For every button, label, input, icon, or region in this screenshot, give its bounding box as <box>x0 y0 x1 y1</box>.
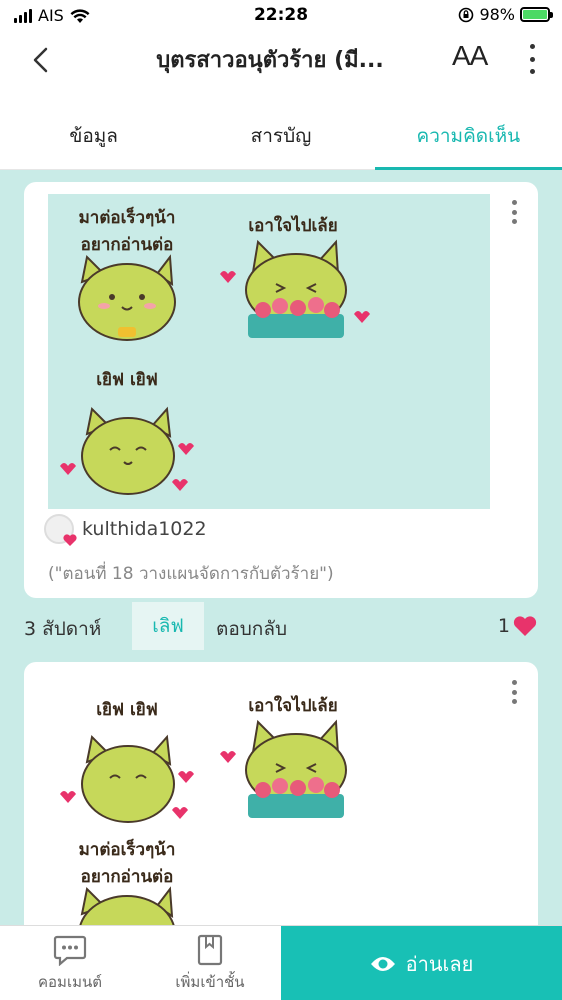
tab-contents[interactable]: สารบัญ <box>187 88 374 169</box>
comment-bubble-icon <box>53 935 87 966</box>
page-title: บุตรสาวอนุตัวร้าย (มี... <box>156 48 384 73</box>
sticker-caption: มาต่อเร็วๆน้า อยากอ่านต่อ <box>78 840 176 887</box>
heart-icon <box>513 616 537 636</box>
font-size-label: AA <box>452 40 488 71</box>
status-right: 98% <box>458 5 553 24</box>
sticker-caption: เอาใจไปเล้ย <box>248 696 338 716</box>
author-name[interactable]: kulthida1022 <box>82 518 207 540</box>
sticker-caption: เยิฟ เยิฟ <box>96 700 158 720</box>
sticker-caption: เยิฟ เยิฟ <box>96 370 158 390</box>
bottom-bar: คอมเมนต์ เพิ่มเข้าชั้น อ่านเลย <box>0 925 562 1000</box>
add-to-shelf-label: เพิ่มเข้าชั้น <box>175 973 245 991</box>
comment-card: เยิฟ เยิฟ เอาใจไปเล้ย มาต่อเร็วๆน้า อยาก… <box>24 662 538 962</box>
tab-info[interactable]: ข้อมูล <box>0 88 187 169</box>
sticker-caption: เอาใจไปเล้ย <box>248 216 338 236</box>
comment-actions: 3 สัปดาห์ เลิฟ ตอบกลับ 1 <box>0 602 562 650</box>
tab-comments[interactable]: ความคิดเห็น <box>374 88 562 170</box>
sticker-cat-waiting: มาต่อเร็วๆน้า อยากอ่านต่อ <box>52 202 202 352</box>
reply-button[interactable]: ตอบกลับ <box>216 614 287 644</box>
status-bar: AIS 22:28 98% <box>0 0 562 32</box>
bookmark-book-icon <box>197 934 223 966</box>
font-size-button[interactable]: AA <box>452 40 488 72</box>
sticker-image: มาต่อเร็วๆน้า อยากอ่านต่อ เอาใจไปเล้ย เย… <box>48 194 490 509</box>
rotation-lock-icon <box>459 7 474 22</box>
battery-percent: 98% <box>479 5 515 24</box>
add-to-shelf-button[interactable]: เพิ่มเข้าชั้น <box>140 926 280 1000</box>
episode-reference: ("ตอนที่ 18 วางแผนจัดการกับตัวร้าย") <box>48 564 334 584</box>
sticker-image: เยิฟ เยิฟ เอาใจไปเล้ย มาต่อเร็วๆน้า อยาก… <box>48 674 490 962</box>
more-options-icon[interactable] <box>528 44 536 74</box>
comment-card: มาต่อเร็วๆน้า อยากอ่านต่อ เอาใจไปเล้ย เย… <box>24 182 538 598</box>
comment-more-icon[interactable] <box>510 200 518 224</box>
eye-icon <box>370 956 395 971</box>
nav-bar: บุตรสาวอนุตัวร้าย (มี... AA <box>0 32 562 88</box>
battery-icon <box>520 7 553 22</box>
read-now-label: อ่านเลย <box>405 951 474 976</box>
sticker-cat-flowers: เอาใจไปเล้ย <box>208 682 378 832</box>
heart-badge-icon <box>63 534 77 546</box>
comment-tab-label: คอมเมนต์ <box>38 973 102 991</box>
comment-time: 3 สัปดาห์ <box>24 618 102 640</box>
back-icon[interactable] <box>24 42 60 78</box>
sticker-cat-love: เยิฟ เยิฟ <box>52 682 202 832</box>
sticker-cat-flowers: เอาใจไปเล้ย <box>208 202 378 352</box>
read-now-button[interactable]: อ่านเลย <box>281 926 562 1000</box>
sticker-caption: มาต่อเร็วๆน้า อยากอ่านต่อ <box>78 208 176 255</box>
like-count-value: 1 <box>497 615 510 637</box>
avatar[interactable] <box>44 514 77 546</box>
tab-bar: ข้อมูล สารบัญ ความคิดเห็น <box>0 88 562 170</box>
like-button[interactable]: เลิฟ <box>132 602 204 650</box>
sticker-cat-love: เยิฟ เยิฟ <box>52 354 202 504</box>
like-count: 1 <box>498 614 538 638</box>
comment-author[interactable]: kulthida1022 <box>44 514 207 546</box>
comment-more-icon[interactable] <box>510 680 518 704</box>
comment-tab-button[interactable]: คอมเมนต์ <box>0 926 140 1000</box>
